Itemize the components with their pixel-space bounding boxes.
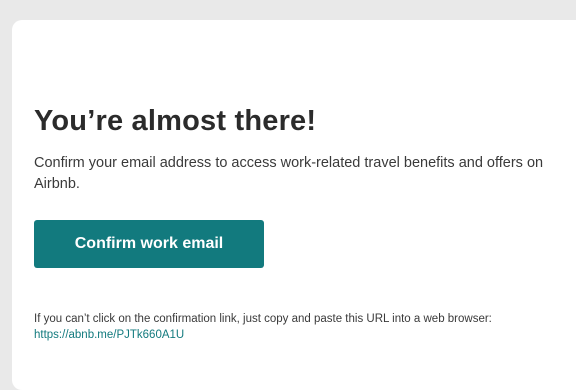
- fallback-text: If you can’t click on the confirmation l…: [34, 313, 492, 325]
- page-title: You’re almost there!: [34, 105, 317, 137]
- email-card: You’re almost there! Confirm your email …: [12, 20, 576, 390]
- confirmation-link[interactable]: https://abnb.me/PJTk660A1U: [34, 329, 184, 341]
- description-text: Confirm your email address to access wor…: [34, 155, 544, 192]
- fallback-instructions: If you can’t click on the confirmation l…: [34, 311, 514, 343]
- confirm-work-email-button[interactable]: Confirm work email: [34, 220, 264, 268]
